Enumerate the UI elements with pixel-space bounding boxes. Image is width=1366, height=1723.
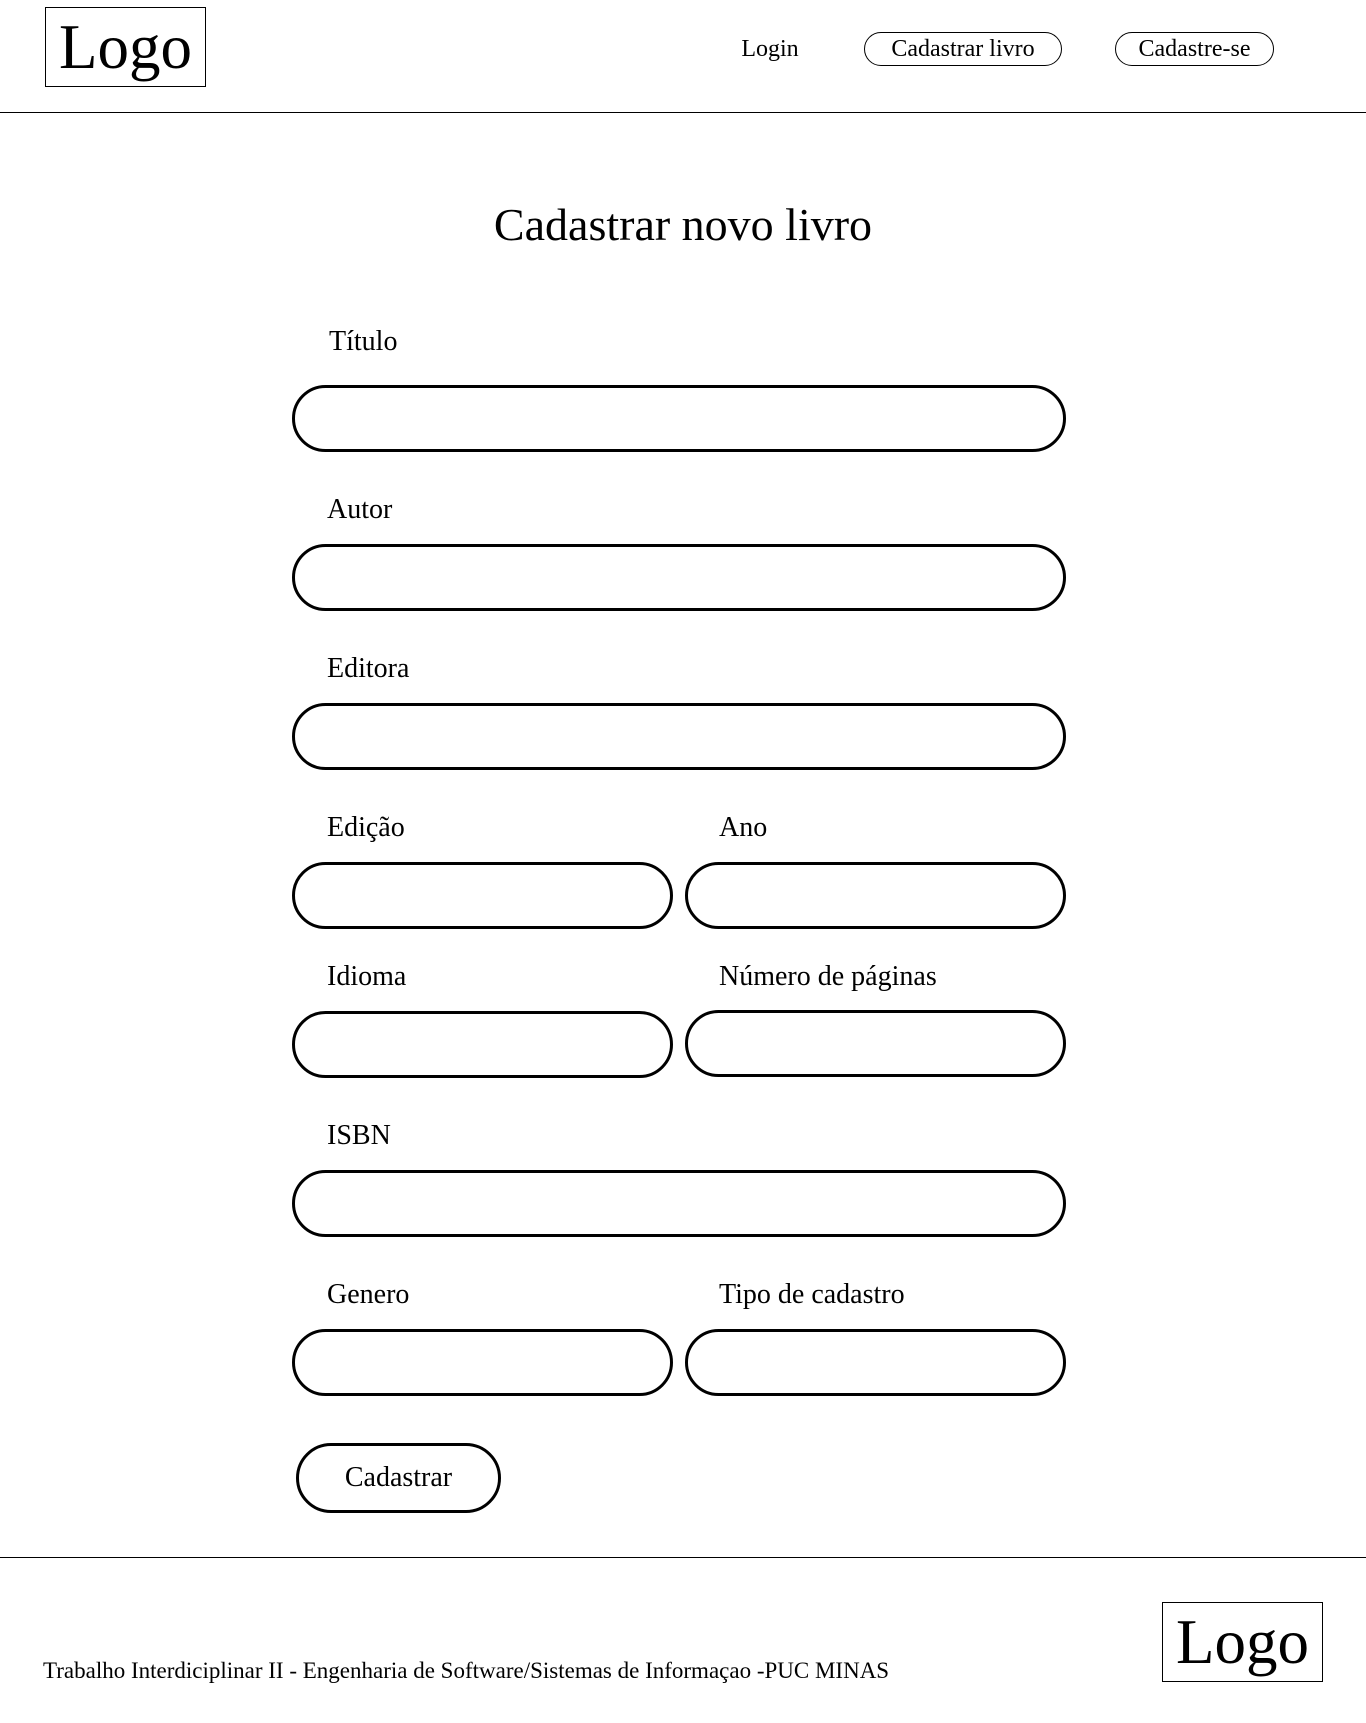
nav-login-link[interactable]: Login xyxy=(735,32,805,66)
nav-register-book-button[interactable]: Cadastrar livro xyxy=(864,32,1062,66)
page-count-label: Número de páginas xyxy=(719,961,937,992)
footer-logo[interactable]: Logo xyxy=(1162,1602,1323,1682)
footer-credits: Trabalho Interdiciplinar II - Engenharia… xyxy=(43,1658,890,1683)
title-label: Título xyxy=(329,326,398,357)
publisher-label: Editora xyxy=(327,653,410,684)
submit-button[interactable]: Cadastrar xyxy=(296,1443,501,1513)
publisher-input[interactable] xyxy=(292,703,1066,770)
year-input[interactable] xyxy=(685,862,1066,929)
language-label: Idioma xyxy=(327,961,407,992)
isbn-input[interactable] xyxy=(292,1170,1066,1237)
site-footer: Trabalho Interdiciplinar II - Engenharia… xyxy=(0,1557,1366,1723)
author-input[interactable] xyxy=(292,544,1066,611)
page-count-input[interactable] xyxy=(685,1010,1066,1077)
year-label: Ano xyxy=(719,812,768,843)
nav-sign-up-button[interactable]: Cadastre-se xyxy=(1115,32,1274,66)
language-input[interactable] xyxy=(292,1011,673,1078)
genre-input[interactable] xyxy=(292,1329,673,1396)
page-title: Cadastrar novo livro xyxy=(493,199,873,250)
title-input[interactable] xyxy=(292,385,1066,452)
genre-label: Genero xyxy=(327,1279,410,1310)
isbn-label: ISBN xyxy=(327,1120,391,1151)
registration-type-label: Tipo de cadastro xyxy=(719,1279,905,1310)
registration-type-input[interactable] xyxy=(685,1329,1066,1396)
header-logo[interactable]: Logo xyxy=(45,7,206,87)
edition-input[interactable] xyxy=(292,862,673,929)
site-header: Logo Login Cadastrar livro Cadastre-se xyxy=(0,0,1366,113)
author-label: Autor xyxy=(327,494,393,525)
edition-label: Edição xyxy=(327,812,405,843)
